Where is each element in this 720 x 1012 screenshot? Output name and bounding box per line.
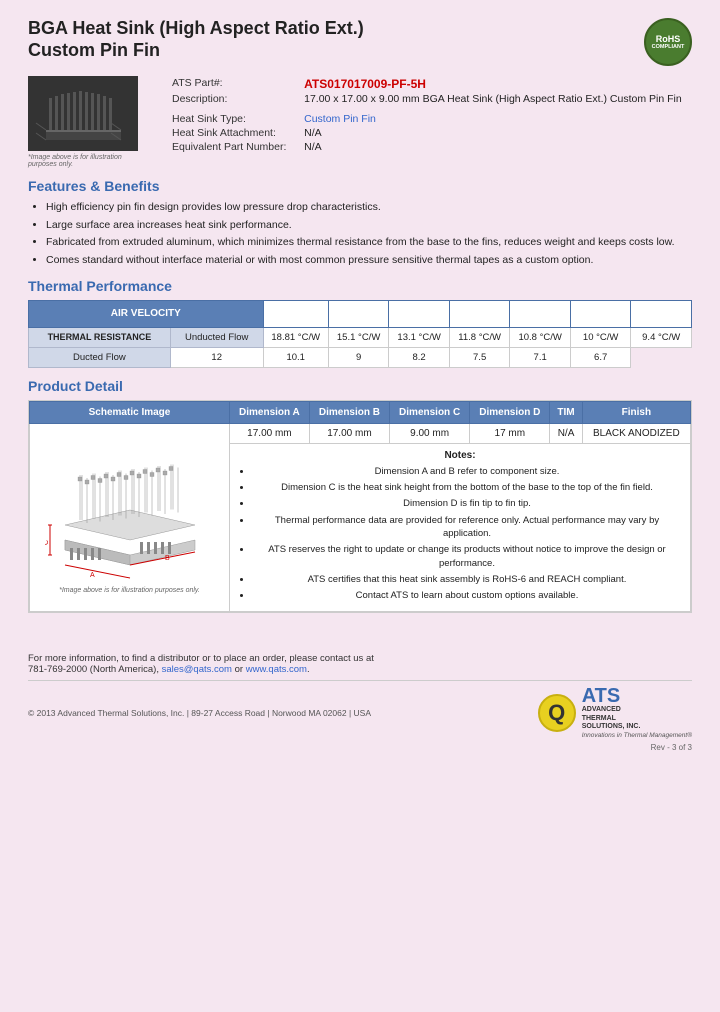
schematic-col-header: Schematic Image — [30, 401, 230, 423]
schematic-image: C A B — [42, 428, 217, 583]
dim-col-header: Dimension C — [390, 401, 470, 423]
email-join: or — [235, 664, 243, 675]
equiv-part-label: Equivalent Part Number: — [168, 140, 300, 154]
thermal-title: Thermal Performance — [28, 278, 692, 294]
attachment-label: Heat Sink Attachment: — [168, 126, 300, 140]
part-details: ATS Part#: ATS017017009-PF-5H Descriptio… — [168, 76, 692, 168]
dim-col-header: Finish — [582, 401, 690, 423]
dim-c-value: 9.00 mm — [390, 423, 470, 443]
description-label: Description: — [168, 92, 300, 106]
part-details-table: ATS Part#: ATS017017009-PF-5H Descriptio… — [168, 76, 692, 154]
finish-value: BLACK ANODIZED — [582, 423, 690, 443]
ats-q-icon: Q — [538, 694, 576, 732]
dim-col-header: Dimension B — [309, 401, 389, 423]
dim-d-value: 17 mm — [470, 423, 550, 443]
dim-b-value: 17.00 mm — [309, 423, 389, 443]
tim-value: N/A — [550, 423, 582, 443]
heat-sink-type-value: Custom Pin Fin — [300, 112, 692, 126]
product-image — [28, 76, 138, 151]
website-link[interactable]: www.qats.com — [246, 664, 307, 675]
note-item: Dimension C is the heat sink height from… — [252, 481, 682, 494]
features-list: High efficiency pin fin design provides … — [46, 200, 692, 268]
equiv-part-value: N/A — [300, 140, 692, 154]
rev-text: Rev - 3 of 3 — [28, 743, 692, 752]
svg-text:C: C — [45, 540, 50, 545]
feature-item: Comes standard without interface materia… — [46, 253, 692, 268]
page-container: BGA Heat Sink (High Aspect Ratio Ext.) C… — [0, 0, 720, 762]
feature-item: High efficiency pin fin design provides … — [46, 200, 692, 215]
footer-contact: For more information, to find a distribu… — [28, 653, 692, 675]
part-info-section: *Image above is for illustration purpose… — [28, 76, 692, 168]
ats-logo: Q ATS ADVANCED THERMAL SOLUTIONS, INC. I… — [538, 686, 692, 738]
svg-text:B: B — [165, 555, 170, 562]
svg-text:A: A — [90, 572, 95, 579]
page-title: BGA Heat Sink (High Aspect Ratio Ext.) C… — [28, 18, 364, 61]
notes-title: Notes: — [238, 450, 682, 461]
footer-section: For more information, to find a distribu… — [28, 643, 692, 751]
product-detail-container: Schematic Image Dimension ADimension BDi… — [28, 400, 692, 614]
note-item: ATS certifies that this heat sink assemb… — [252, 573, 682, 586]
heatsink-svg — [31, 78, 136, 150]
header: BGA Heat Sink (High Aspect Ratio Ext.) C… — [28, 18, 692, 66]
notes-cell: Notes: Dimension A and B refer to compon… — [230, 443, 691, 612]
note-item: ATS reserves the right to update or chan… — [252, 543, 682, 570]
note-item: Contact ATS to learn about custom option… — [252, 589, 682, 602]
footer-bottom: © 2013 Advanced Thermal Solutions, Inc. … — [28, 680, 692, 738]
contact-text: For more information, to find a distribu… — [28, 653, 374, 664]
feature-item: Large surface area increases heat sink p… — [46, 218, 692, 233]
dim-col-header: Dimension D — [470, 401, 550, 423]
note-item: Dimension D is fin tip to fin tip. — [252, 497, 682, 510]
product-image-container: *Image above is for illustration purpose… — [28, 76, 148, 168]
email-link[interactable]: sales@qats.com — [162, 664, 232, 675]
attachment-value: N/A — [300, 126, 692, 140]
rohs-text: RoHS — [656, 34, 681, 44]
note-item: Thermal performance data are provided fo… — [252, 514, 682, 541]
notes-list: Dimension A and B refer to component siz… — [252, 465, 682, 603]
rohs-badge: RoHS COMPLIANT — [644, 18, 692, 66]
feature-item: Fabricated from extruded aluminum, which… — [46, 235, 692, 250]
dim-col-header: TIM — [550, 401, 582, 423]
dim-col-header: Dimension A — [230, 401, 310, 423]
ats-main-text: ATS — [582, 686, 692, 706]
ats-part-number: ATS017017009-PF-5H — [300, 76, 692, 92]
ats-sub-text: ADVANCED THERMAL SOLUTIONS, INC. — [582, 706, 692, 731]
phone-number: 781-769-2000 (North America), — [28, 664, 159, 675]
header-title: BGA Heat Sink (High Aspect Ratio Ext.) C… — [28, 18, 364, 61]
footer-copyright: © 2013 Advanced Thermal Solutions, Inc. … — [28, 708, 371, 718]
features-title: Features & Benefits — [28, 178, 692, 194]
schematic-caption: *Image above is for illustration purpose… — [35, 587, 224, 594]
ats-part-label: ATS Part#: — [168, 76, 300, 92]
dim-a-value: 17.00 mm — [230, 423, 310, 443]
thermal-performance-table: AIR VELOCITY@200 LFM1.0 M/S@300 LFM1.5 M… — [28, 300, 692, 368]
rohs-compliant: COMPLIANT — [652, 44, 685, 50]
schematic-image-cell: C A B *Image ab — [30, 423, 230, 612]
detail-table: Schematic Image Dimension ADimension BDi… — [29, 401, 691, 613]
schematic-svg: C A B — [45, 430, 215, 580]
product-detail-title: Product Detail — [28, 378, 692, 394]
description-value: 17.00 x 17.00 x 9.00 mm BGA Heat Sink (H… — [300, 92, 692, 106]
image-caption: *Image above is for illustration purpose… — [28, 154, 148, 168]
ats-logo-text: ATS ADVANCED THERMAL SOLUTIONS, INC. Inn… — [582, 686, 692, 738]
heat-sink-type-label: Heat Sink Type: — [168, 112, 300, 126]
note-item: Dimension A and B refer to component siz… — [252, 465, 682, 478]
ats-tagline: Innovations in Thermal Management® — [582, 732, 692, 739]
